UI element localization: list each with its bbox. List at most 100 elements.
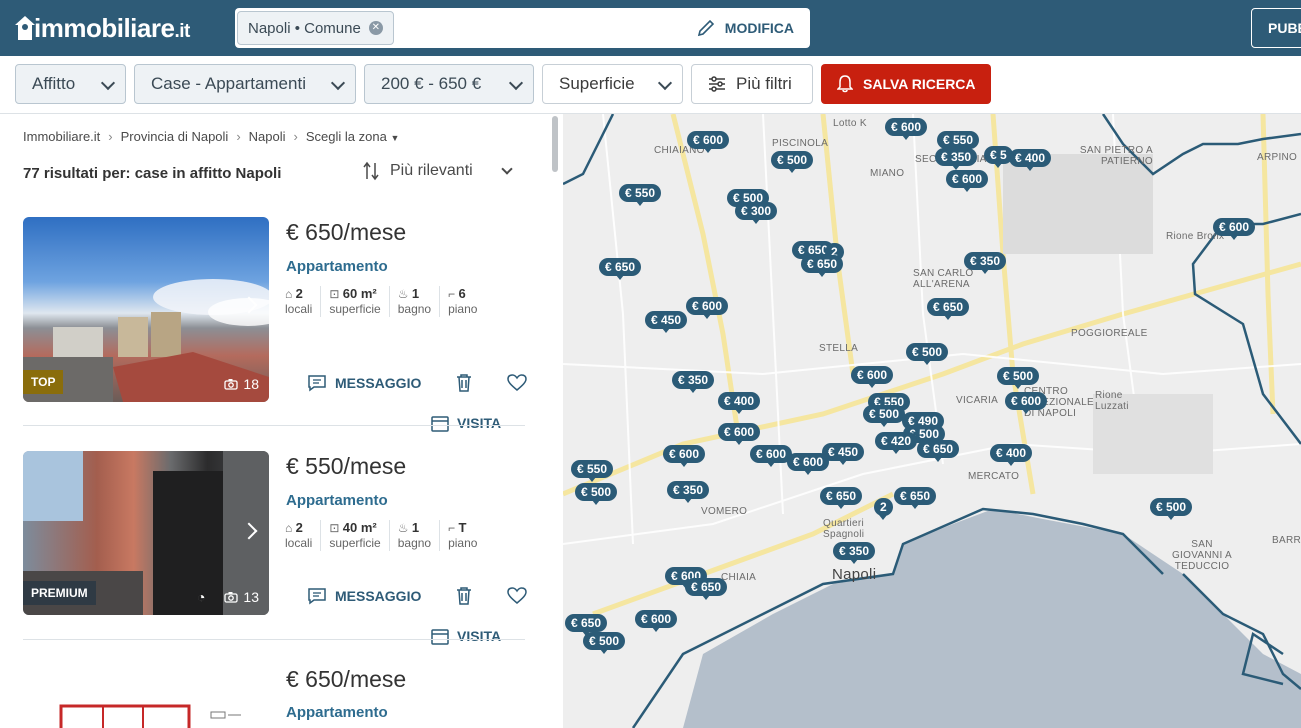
map-price-pin[interactable]: € 600 bbox=[946, 170, 989, 192]
location-chip[interactable]: Napoli • Comune ✕ bbox=[237, 11, 394, 45]
map-price-pin[interactable]: € 600 bbox=[787, 453, 830, 475]
map-price-pin[interactable]: € 650 bbox=[927, 298, 970, 320]
map-price-pin[interactable]: € 600 bbox=[718, 423, 761, 445]
breadcrumb-item[interactable]: Provincia di Napoli bbox=[121, 129, 229, 144]
map-price-pin[interactable]: € 350 bbox=[964, 252, 1007, 274]
badge-premium: PREMIUM bbox=[23, 581, 96, 605]
scrollbar-track[interactable] bbox=[549, 114, 561, 728]
map-price-pin[interactable]: € 600 bbox=[635, 610, 678, 632]
rooms-icon: ⌂ bbox=[285, 521, 293, 535]
listing-card[interactable]: € 650/mese Appartamento bbox=[23, 664, 525, 728]
place-label: CHIAIA bbox=[721, 572, 757, 583]
map-price-pin[interactable]: € 650 bbox=[685, 578, 728, 600]
listing-card[interactable]: TOP 18 € 650/mese Appartamento ⌂ 2 locali… bbox=[23, 217, 528, 432]
map-view[interactable]: Lotto K PISCINOLA CHIAIANO MIANO SECONDI… bbox=[563, 114, 1301, 728]
map-price-pin[interactable]: € 550 bbox=[619, 184, 662, 206]
map-price-pin[interactable]: € 600 bbox=[1005, 392, 1048, 414]
virtual-tour-icon: ◔ bbox=[196, 589, 206, 605]
category-select[interactable]: Case - Appartamenti bbox=[134, 64, 356, 104]
listing-type[interactable]: Appartamento bbox=[286, 704, 388, 721]
listing-price[interactable]: € 650/mese bbox=[286, 219, 406, 246]
listing-actions: MESSAGGIO bbox=[307, 373, 528, 393]
listing-photo[interactable] bbox=[23, 664, 269, 728]
map-price-pin[interactable]: € 400 bbox=[990, 444, 1033, 466]
map-price-pin[interactable]: € 450 bbox=[645, 311, 688, 333]
chevron-right-icon: › bbox=[108, 129, 113, 144]
listing-price[interactable]: € 650/mese bbox=[286, 666, 406, 693]
map-price-pin[interactable]: € 400 bbox=[718, 392, 761, 414]
map-price-pin[interactable]: € 600 bbox=[686, 297, 729, 319]
map-price-pin[interactable]: € 550 bbox=[571, 460, 614, 482]
map-price-pin[interactable]: € 500 bbox=[906, 343, 949, 365]
visit-button[interactable]: VISITA bbox=[431, 414, 501, 432]
chevron-down-icon bbox=[657, 75, 673, 91]
map-price-pin[interactable]: € 420 bbox=[875, 432, 918, 454]
map-price-pin[interactable]: € 600 bbox=[1213, 218, 1256, 240]
surface-select[interactable]: Superficie bbox=[542, 64, 683, 104]
map-price-pin[interactable]: € 650 bbox=[820, 487, 863, 509]
pencil-icon bbox=[697, 19, 714, 37]
message-label: MESSAGGIO bbox=[335, 375, 422, 391]
map-price-pin[interactable]: € 350 bbox=[833, 542, 876, 564]
map-price-pin[interactable]: € 600 bbox=[687, 131, 730, 153]
scrollbar-thumb[interactable] bbox=[552, 116, 558, 172]
floor-icon: ⌐ bbox=[448, 521, 456, 535]
save-search-button[interactable]: SALVA RICERCA bbox=[821, 64, 991, 104]
map-price-pin[interactable]: 2 bbox=[874, 498, 893, 520]
place-label: PISCINOLA bbox=[772, 138, 829, 149]
map-price-pin[interactable]: € 650 bbox=[917, 440, 960, 462]
listing-type[interactable]: Appartamento bbox=[286, 492, 388, 509]
feature-rooms: ⌂ 2 locali bbox=[285, 286, 322, 317]
map-price-pin[interactable]: € 650 bbox=[565, 614, 608, 636]
publish-button[interactable]: PUBB bbox=[1251, 8, 1301, 48]
listing-photo[interactable]: PREMIUM ◔ 13 bbox=[23, 451, 269, 615]
map-price-pin[interactable]: € 500 bbox=[1150, 498, 1193, 520]
listing-photo[interactable]: TOP 18 bbox=[23, 217, 269, 402]
rooms-icon: ⌂ bbox=[285, 287, 293, 301]
contract-select[interactable]: Affitto bbox=[15, 64, 126, 104]
price-select[interactable]: 200 € - 650 € bbox=[364, 64, 534, 104]
message-button[interactable]: MESSAGGIO bbox=[307, 374, 421, 392]
heart-icon[interactable] bbox=[507, 374, 528, 392]
map-price-pin[interactable]: € 650 bbox=[599, 258, 642, 280]
more-filters-button[interactable]: Più filtri bbox=[691, 64, 813, 104]
map-price-pin[interactable]: € 550 bbox=[937, 131, 980, 153]
heart-icon[interactable] bbox=[507, 587, 528, 605]
breadcrumb-item[interactable]: Immobiliare.it bbox=[23, 129, 100, 144]
close-icon[interactable]: ✕ bbox=[368, 21, 383, 35]
message-button[interactable]: MESSAGGIO bbox=[307, 587, 421, 605]
trash-icon[interactable] bbox=[455, 373, 473, 393]
breadcrumb-item[interactable]: Napoli bbox=[249, 129, 286, 144]
sort-select[interactable]: Più rilevanti bbox=[362, 161, 513, 181]
map-price-pin[interactable]: € 500 bbox=[771, 151, 814, 173]
zone-select[interactable]: Scegli la zona ▼ bbox=[306, 129, 400, 144]
listing-type[interactable]: Appartamento bbox=[286, 258, 388, 275]
map-price-pin[interactable]: € 350 bbox=[935, 148, 978, 170]
map-price-pin[interactable]: € 300 bbox=[735, 202, 778, 224]
modifica-button[interactable]: MODIFICA bbox=[697, 8, 794, 48]
map-price-pin[interactable]: € 500 bbox=[997, 367, 1040, 389]
camera-icon bbox=[224, 379, 239, 390]
map-price-pin[interactable]: € 600 bbox=[885, 118, 928, 140]
chevron-down-icon bbox=[508, 75, 524, 91]
map-price-pin[interactable]: € 650 bbox=[801, 255, 844, 277]
map-price-pin[interactable]: € 350 bbox=[667, 481, 710, 503]
site-logo[interactable]: immobiliare.it bbox=[14, 10, 190, 46]
listing-card[interactable]: PREMIUM ◔ 13 € 550/mese Appartamento ⌂ 2… bbox=[23, 451, 528, 661]
map-price-pin[interactable]: € 400 bbox=[1009, 149, 1052, 171]
place-label: MIANO bbox=[870, 168, 905, 179]
map-price-pin[interactable]: € 600 bbox=[750, 445, 793, 467]
map-price-pin[interactable]: € 500 bbox=[575, 483, 618, 505]
map-price-pin[interactable]: € 600 bbox=[851, 366, 894, 388]
map-price-pin[interactable]: € 500 bbox=[863, 405, 906, 427]
map-price-pin[interactable]: € 650 bbox=[894, 487, 937, 509]
chevron-down-icon bbox=[330, 75, 346, 91]
visit-button[interactable]: VISITA bbox=[431, 627, 501, 645]
map-price-pin[interactable]: € 500 bbox=[583, 632, 626, 654]
trash-icon[interactable] bbox=[455, 586, 473, 606]
listing-price[interactable]: € 550/mese bbox=[286, 453, 406, 480]
map-price-pin[interactable]: € 600 bbox=[663, 445, 706, 467]
map-price-pin[interactable]: € 350 bbox=[672, 371, 715, 393]
house-logo-icon bbox=[15, 16, 35, 40]
search-box[interactable]: Napoli • Comune ✕ MODIFICA bbox=[235, 8, 810, 48]
